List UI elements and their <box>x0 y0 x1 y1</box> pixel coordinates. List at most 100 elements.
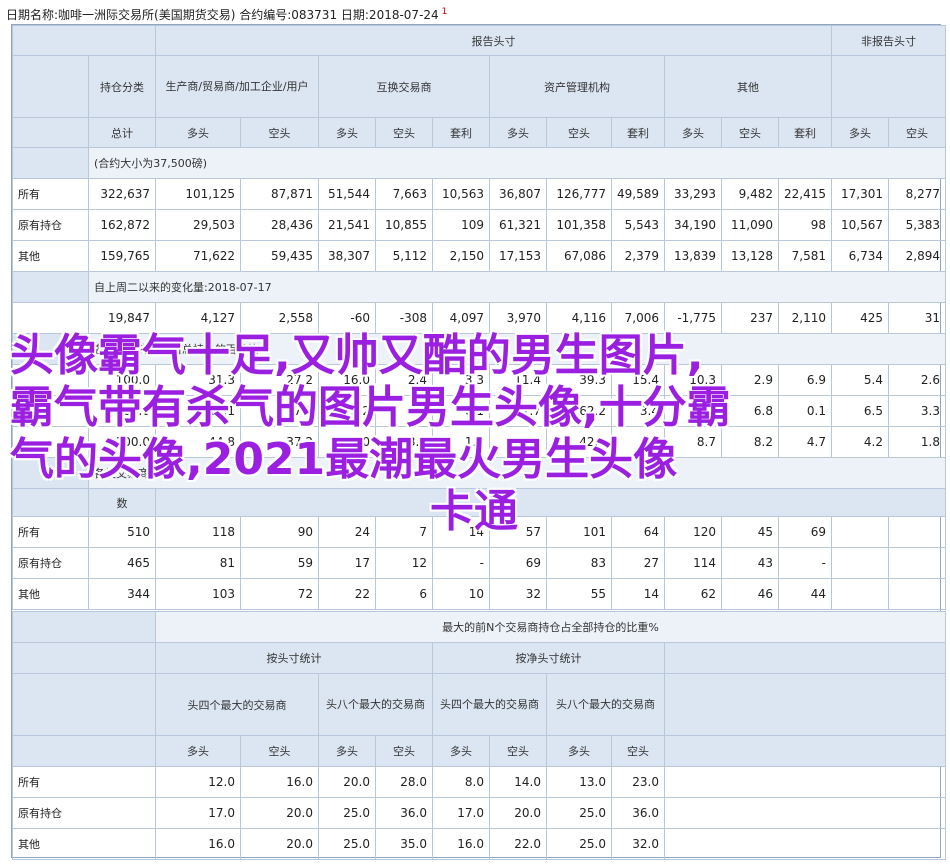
value-cell: 67,086 <box>546 240 612 272</box>
value-cell: 44 <box>778 578 832 610</box>
concentration-title: 最大的前N个交易商持仓占全部持仓的比重% <box>155 611 946 643</box>
value-cell: 2,558 <box>240 302 319 334</box>
col-long: 多头 <box>831 117 889 148</box>
empty-cell <box>831 547 889 579</box>
col-long: 多头 <box>155 117 241 148</box>
blank-cell <box>12 673 156 736</box>
nonreport-header: 非报告头寸 <box>831 25 946 56</box>
col-long: 多头 <box>318 117 376 148</box>
col-long: 多头 <box>155 735 241 767</box>
value-cell: 162,872 <box>88 209 156 241</box>
category-managed-money: 资产管理机构 <box>489 55 665 118</box>
value-cell: - <box>432 547 490 579</box>
value-cell: 4,127 <box>155 302 241 334</box>
contract-size-note: (合约大小为37,500磅) <box>88 147 946 179</box>
value-cell: 20.0 <box>240 828 319 860</box>
value-cell: -1,775 <box>664 302 722 334</box>
value-cell: 17,301 <box>831 178 889 210</box>
value-cell: 465 <box>88 547 156 579</box>
value-cell: 8.0 <box>432 766 490 798</box>
col-short: 空头 <box>888 117 946 148</box>
col-spread: 套利 <box>432 117 490 148</box>
value-cell: 3,970 <box>489 302 547 334</box>
value-cell: 126,777 <box>546 178 612 210</box>
value-cell: 43 <box>721 547 779 579</box>
blank-cell <box>12 271 89 303</box>
value-cell: 17,153 <box>489 240 547 272</box>
concentration-table: 最大的前N个交易商持仓占全部持仓的比重% 按头寸统计 按净头寸统计 头四个最大的… <box>12 611 946 860</box>
value-cell: 36.0 <box>375 797 433 829</box>
value-cell: 25.0 <box>318 828 376 860</box>
value-cell: 46 <box>721 578 779 610</box>
col-spread: 套利 <box>611 117 665 148</box>
row-label <box>12 302 89 334</box>
value-cell: 17.0 <box>432 797 490 829</box>
overlay-line-3: 气的头像,2021最潮最火男生头像 <box>10 434 678 485</box>
value-cell: 109 <box>432 209 490 241</box>
row-label: 原有持仓 <box>12 797 156 829</box>
value-cell: 59 <box>240 547 319 579</box>
blank-cell <box>12 147 89 179</box>
value-cell: 10,567 <box>831 209 889 241</box>
value-cell: 12.0 <box>155 766 241 798</box>
value-cell: 69 <box>489 547 547 579</box>
change-note: 自上周二以来的变化量:2018-07-17 <box>88 271 946 303</box>
value-cell: 32.0 <box>611 828 665 860</box>
blank-cell <box>12 642 156 674</box>
value-cell: 101,125 <box>155 178 241 210</box>
value-cell: 17 <box>318 547 376 579</box>
value-cell: 5,383 <box>888 209 946 241</box>
value-cell: 101,358 <box>546 209 612 241</box>
table-row: 其他 16.0 20.0 25.0 35.0 16.0 22.0 25.0 32.0 <box>12 828 946 860</box>
table-row: 其他 159,765 71,622 59,435 38,307 5,112 2,150 17,… <box>12 240 946 272</box>
value-cell: 16.0 <box>240 766 319 798</box>
header-corner <box>12 25 156 56</box>
value-cell: 55 <box>546 578 612 610</box>
value-cell: -60 <box>318 302 376 334</box>
value-cell: 14.0 <box>489 766 547 798</box>
value-cell: 5,543 <box>611 209 665 241</box>
top8-gross: 头八个最大的交易商 <box>318 673 433 736</box>
value-cell: - <box>778 547 832 579</box>
overlay-line-2: 霸气带有杀气的图片男生头像,十分霸 <box>10 382 731 433</box>
value-cell: 13,839 <box>664 240 722 272</box>
col-short: 空头 <box>489 735 547 767</box>
value-cell: 7,581 <box>778 240 832 272</box>
table-row: 原有持仓 162,872 29,503 28,436 21,541 10,855 109 61… <box>12 209 946 241</box>
value-cell: 20.0 <box>318 766 376 798</box>
value-cell: 81 <box>155 547 241 579</box>
value-cell: 62 <box>664 578 722 610</box>
value-cell: -308 <box>375 302 433 334</box>
col-total: 总计 <box>88 117 156 148</box>
value-cell: 322,637 <box>88 178 156 210</box>
report-header: 报告头寸 <box>155 25 832 56</box>
col-short: 空头 <box>375 735 433 767</box>
header-line: 日期名称:咖啡一洲际交易所(美国期货交易) 合约编号:083731 日期:201… <box>6 2 447 22</box>
value-cell: 6,734 <box>831 240 889 272</box>
value-cell: 10,563 <box>432 178 490 210</box>
value-cell: 36.0 <box>611 797 665 829</box>
col-long: 多头 <box>546 735 612 767</box>
net-header: 按净头寸统计 <box>432 642 665 674</box>
value-cell: 51,544 <box>318 178 376 210</box>
category-producer: 生产商/贸易商/加工企业/用户 <box>155 55 319 118</box>
value-cell: 98 <box>778 209 832 241</box>
value-cell: 20.0 <box>240 797 319 829</box>
table-row: 所有 12.0 16.0 20.0 28.0 8.0 14.0 13.0 23.0 <box>12 766 946 798</box>
col-long: 多头 <box>664 117 722 148</box>
value-cell: 29,503 <box>155 209 241 241</box>
value-cell: 17.0 <box>155 797 241 829</box>
value-cell: 9,482 <box>721 178 779 210</box>
value-cell: 10,855 <box>375 209 433 241</box>
value-cell: 49,589 <box>611 178 665 210</box>
table-row: 其他 344 103 72 22 6 10 32 55 14 62 46 44 <box>12 578 946 610</box>
col-short: 空头 <box>240 735 319 767</box>
footnote-mark: 1 <box>441 7 448 17</box>
value-cell: 16.0 <box>155 828 241 860</box>
row-label: 其他 <box>12 828 156 860</box>
value-cell: 25.0 <box>318 797 376 829</box>
empty-cell <box>888 578 946 610</box>
value-cell: 12 <box>375 547 433 579</box>
value-cell: 425 <box>831 302 889 334</box>
value-cell: 159,765 <box>88 240 156 272</box>
